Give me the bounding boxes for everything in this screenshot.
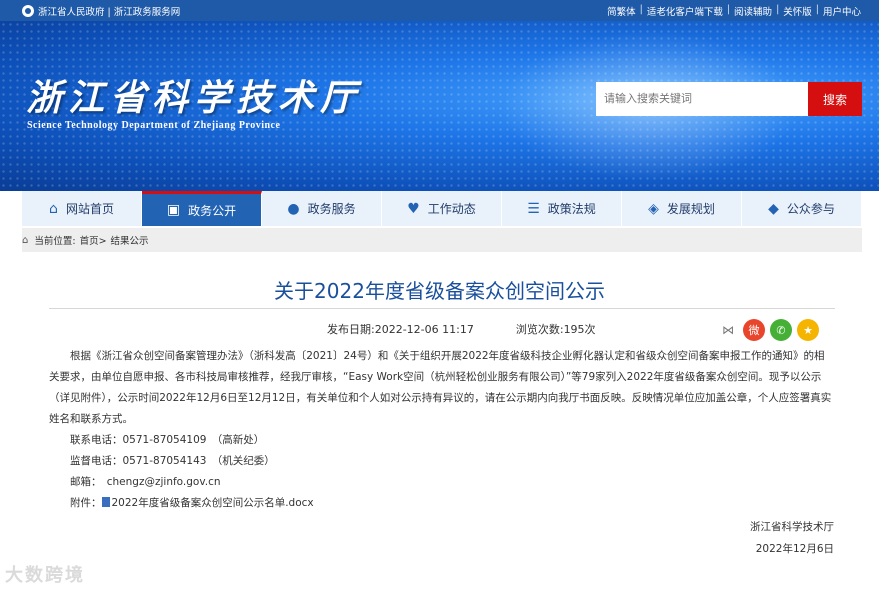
list-icon: ☰ <box>527 200 540 217</box>
article-meta: 发布日期:2022-12-06 11:17 浏览次数:195次 <box>327 321 596 337</box>
search-button[interactable]: 搜索 <box>808 82 862 116</box>
nav-label: 网站首页 <box>65 202 114 216</box>
separator: | <box>726 4 731 15</box>
home-icon: ⌂ <box>49 200 58 217</box>
nav-label: 发展规划 <box>666 202 715 216</box>
nav-label: 政务公开 <box>188 203 237 218</box>
nav-label: 工作动态 <box>427 202 476 216</box>
share-bar: ⋈ 微 ✆ ★ <box>722 319 819 341</box>
title-divider <box>49 308 835 309</box>
publish-value: 2022-12-06 11:17 <box>374 323 474 336</box>
nav-item-home[interactable]: ⌂ 网站首页 <box>22 191 142 226</box>
heart-icon: ♥ <box>407 200 420 217</box>
attachment-label: 附件： <box>70 497 102 509</box>
nav-label: 政务服务 <box>307 202 356 216</box>
views-value: 195次 <box>563 323 596 336</box>
nav-item-gov-open[interactable]: ▣ 政务公开 <box>142 191 262 226</box>
attachment-link[interactable]: 2022年度省级备案众创空间公示名单.docx <box>112 497 314 509</box>
site-title: 浙江省科学技术厅 <box>26 77 363 119</box>
gov-links[interactable]: 浙江省人民政府 | 浙江政务服务网 <box>22 4 180 18</box>
header-banner: 浙江省科学技术厅 Science Technology Department o… <box>0 21 879 191</box>
watermark: 大数跨境 <box>5 565 85 586</box>
site-title-en: Science Technology Department of Zhejian… <box>27 120 281 131</box>
signature: 浙江省科学技术厅 2022年12月6日 <box>750 516 834 560</box>
nav-item-policy[interactable]: ☰ 政策法规 <box>502 191 622 226</box>
breadcrumb-current[interactable]: 结果公示 <box>111 233 149 247</box>
link-elderly-client[interactable]: 适老化客户端下载 <box>647 4 723 18</box>
contact-phone: 联系电话：0571-87054109 （高新处） <box>70 434 265 446</box>
article-body: 根据《浙江省众创空间备案管理办法》（浙科发高〔2021〕24号）和《关于组织开展… <box>49 346 835 514</box>
nav-label: 公众参与 <box>786 202 835 216</box>
search-input[interactable] <box>596 82 808 116</box>
sign-date: 2022年12月6日 <box>755 543 834 555</box>
contact-email: 邮箱： chengz@zjinfo.gov.cn <box>70 476 221 488</box>
separator: | <box>639 4 643 15</box>
separator: | <box>776 4 780 15</box>
publish-label: 发布日期: <box>327 323 375 336</box>
article-title: 关于2022年度省级备案众创空间公示 <box>274 279 605 303</box>
participate-icon: ◆ <box>768 200 779 217</box>
doc-icon <box>101 497 110 507</box>
search-box: 搜索 <box>596 82 862 116</box>
views-label: 浏览次数: <box>515 323 564 336</box>
gov-logo-icon <box>22 5 34 17</box>
nav-item-gov-service[interactable]: ● 政务服务 <box>262 191 382 226</box>
link-care-version[interactable]: 关怀版 <box>783 4 812 18</box>
share-icon[interactable]: ⋈ <box>722 323 734 337</box>
view-count: 浏览次数:195次 <box>516 321 596 337</box>
breadcrumb-prefix: 当前位置: <box>34 236 76 247</box>
chat-icon: ● <box>287 200 300 217</box>
breadcrumb-home[interactable]: 首页> <box>80 233 107 247</box>
nav-label: 政策法规 <box>547 202 596 216</box>
gov-links-text[interactable]: 浙江省人民政府 | 浙江政务服务网 <box>38 4 180 18</box>
main-nav: ⌂ 网站首页 ▣ 政务公开 ● 政务服务 ♥ 工作动态 ☰ 政策法规 ◈ 发展规… <box>22 191 862 226</box>
link-user-center[interactable]: 用户中心 <box>823 4 861 18</box>
favorite-icon[interactable]: ★ <box>797 319 819 341</box>
signer: 浙江省科学技术厅 <box>750 521 834 533</box>
supervise-phone: 监督电话：0571-87054143 （机关纪委） <box>70 455 275 467</box>
link-traditional-simplified[interactable]: 简繁体 <box>607 4 636 18</box>
top-bar: 浙江省人民政府 | 浙江政务服务网 简繁体 | 适老化客户端下载 | 阅读辅助 | 关… <box>0 0 879 21</box>
publish-date: 发布日期:2022-12-06 11:17 <box>327 321 474 337</box>
nav-item-planning[interactable]: ◈ 发展规划 <box>622 191 742 226</box>
weibo-icon[interactable]: 微 <box>743 319 765 341</box>
link-reading-assist[interactable]: 阅读辅助 <box>734 4 772 18</box>
attachment: 附件： 2022年度省级备案众创空间公示名单.docx <box>49 493 835 514</box>
top-right-links: 简繁体 | 适老化客户端下载 | 阅读辅助 | 关怀版 | 用户中心 <box>607 4 861 18</box>
article-paragraph: 根据《浙江省众创空间备案管理办法》（浙科发高〔2021〕24号）和《关于组织开展… <box>49 350 832 425</box>
location-home-icon: ⌂ <box>22 234 29 246</box>
nav-item-participate[interactable]: ◆ 公众参与 <box>742 191 862 226</box>
open-icon: ▣ <box>166 202 181 218</box>
wechat-icon[interactable]: ✆ <box>770 319 792 341</box>
breadcrumb: ⌂ 当前位置: 首页> 结果公示 <box>22 228 862 252</box>
nav-item-work-news[interactable]: ♥ 工作动态 <box>382 191 502 226</box>
separator: | <box>815 4 819 15</box>
handshake-icon: ◈ <box>648 200 659 217</box>
